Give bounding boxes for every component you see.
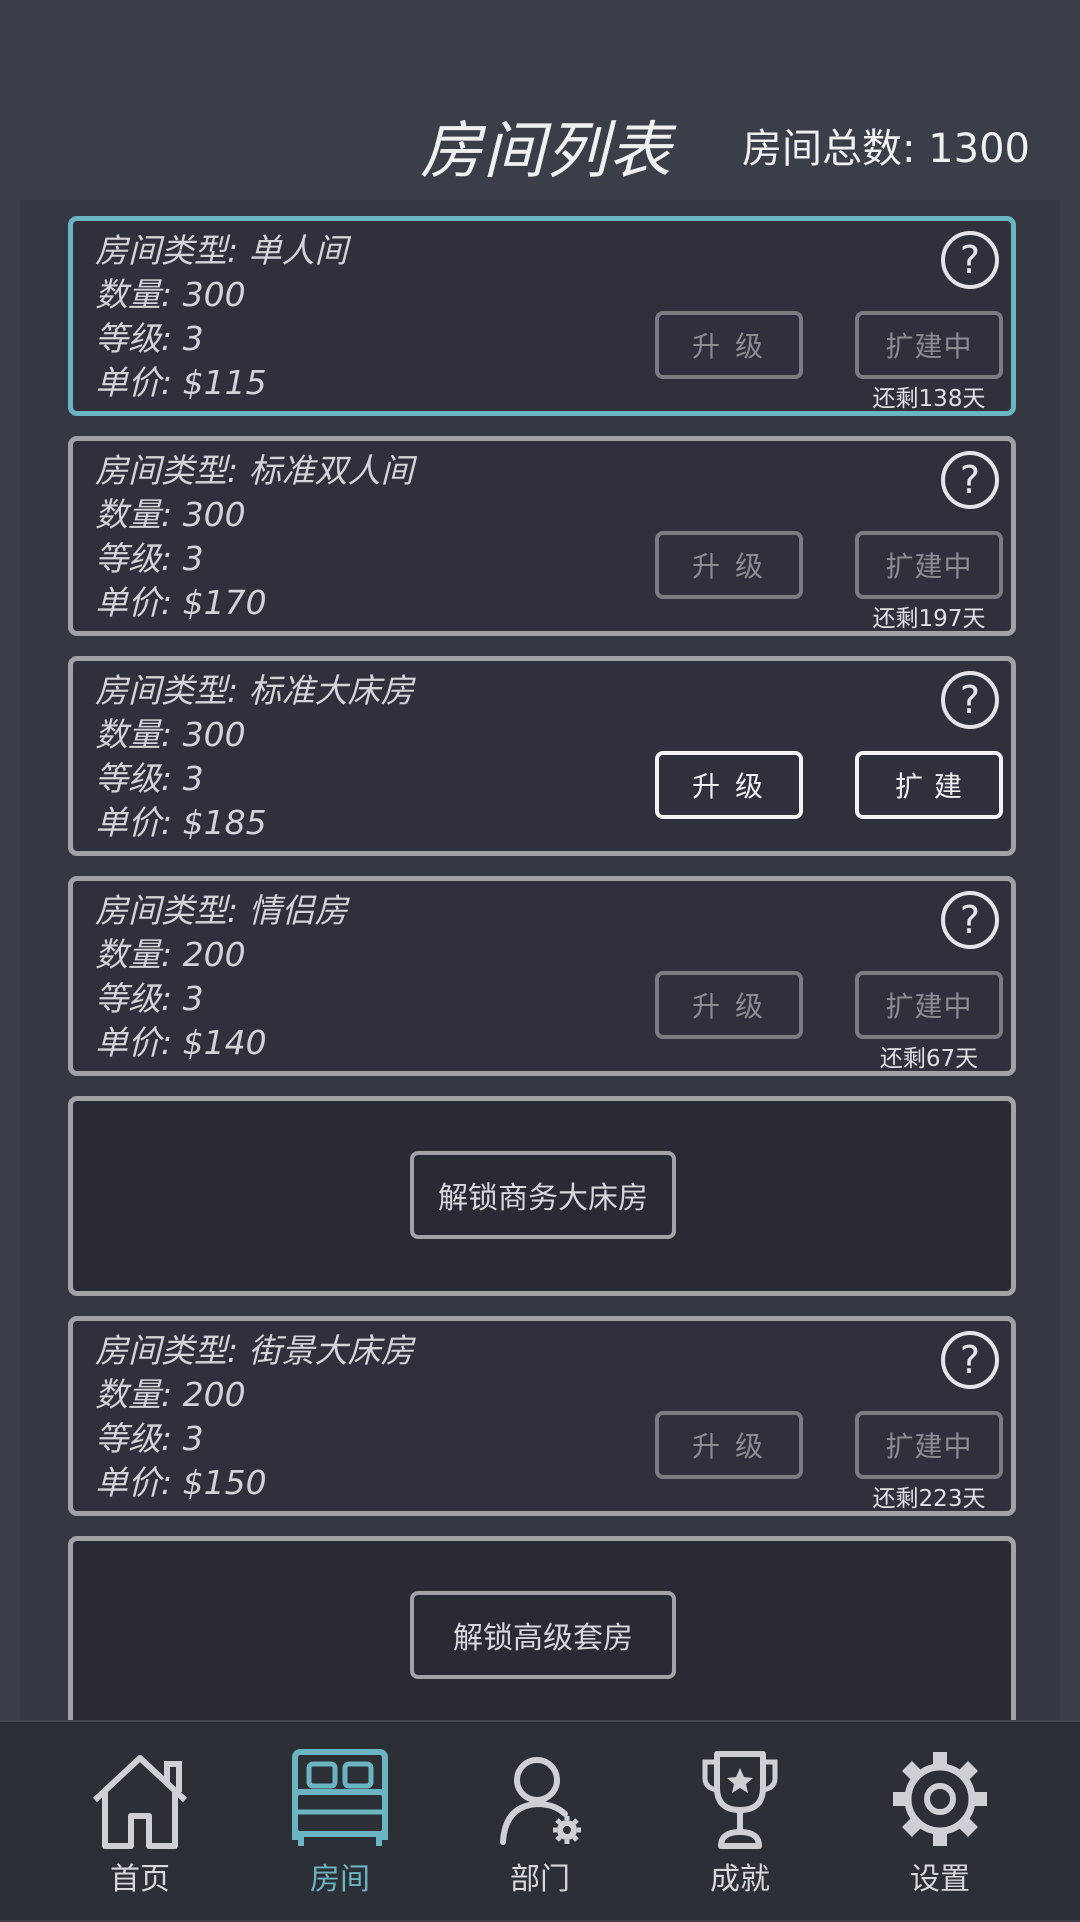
room-count: 数量: 200 (95, 935, 246, 974)
nav-rooms[interactable]: 房间 (260, 1722, 420, 1922)
room-card-locked-deluxe-suite: 解锁高级套房 (68, 1536, 1016, 1720)
room-type: 房间类型: 标准大床房 (95, 671, 414, 710)
bottom-nav: 首页 房间 部门 成就 设置 (0, 1720, 1080, 1920)
expanding-button[interactable]: 扩建中 (855, 1411, 1003, 1479)
room-count: 数量: 300 (95, 715, 246, 754)
room-info: 房间类型: 标准双人间 数量: 300 等级: 3 单价: $170 (95, 449, 414, 625)
upgrade-button[interactable]: 升 级 (655, 531, 803, 599)
room-count: 数量: 300 (95, 275, 246, 314)
unlock-business-king-button[interactable]: 解锁商务大床房 (410, 1151, 676, 1239)
unlock-deluxe-suite-button[interactable]: 解锁高级套房 (410, 1591, 676, 1679)
room-list[interactable]: 房间类型: 单人间 数量: 300 等级: 3 单价: $115 ? 升 级 扩… (20, 200, 1060, 1720)
nav-home[interactable]: 首页 (60, 1722, 220, 1922)
room-level: 等级: 3 (95, 759, 204, 798)
room-price: 单价: $170 (95, 583, 267, 622)
room-info: 房间类型: 单人间 数量: 300 等级: 3 单价: $115 (95, 229, 348, 405)
nav-settings-label: 设置 (910, 1862, 970, 1897)
help-icon[interactable]: ? (941, 231, 999, 289)
home-icon (92, 1755, 188, 1849)
days-remaining: 还剩138天 (872, 386, 986, 412)
room-card-street-view-king[interactable]: 房间类型: 街景大床房 数量: 200 等级: 3 单价: $150 ? 升 级… (68, 1316, 1016, 1516)
nav-achievements-label: 成就 (710, 1862, 770, 1897)
expanding-button[interactable]: 扩建中 (855, 311, 1003, 379)
room-card-standard-twin[interactable]: 房间类型: 标准双人间 数量: 300 等级: 3 单价: $170 ? 升 级… (68, 436, 1016, 636)
room-info: 房间类型: 标准大床房 数量: 300 等级: 3 单价: $185 (95, 669, 414, 845)
help-icon[interactable]: ? (941, 451, 999, 509)
room-level: 等级: 3 (95, 539, 204, 578)
bed-icon (292, 1749, 388, 1846)
upgrade-button[interactable]: 升 级 (655, 971, 803, 1039)
room-level: 等级: 3 (95, 1419, 204, 1458)
room-price: 单价: $140 (95, 1023, 267, 1062)
room-level: 等级: 3 (95, 979, 204, 1018)
upgrade-button[interactable]: 升 级 (655, 311, 803, 379)
nav-achievements[interactable]: 成就 (660, 1722, 820, 1922)
nav-department[interactable]: 部门 (460, 1722, 620, 1922)
nav-department-label: 部门 (510, 1862, 570, 1897)
room-type: 房间类型: 标准双人间 (95, 451, 414, 490)
room-card-couple[interactable]: 房间类型: 情侣房 数量: 200 等级: 3 单价: $140 ? 升 级 扩… (68, 876, 1016, 1076)
room-price: 单价: $185 (95, 803, 267, 842)
header: 房间列表 房间总数: 1300 (0, 0, 1080, 200)
days-remaining: 还剩197天 (872, 606, 986, 632)
expanding-button[interactable]: 扩建中 (855, 531, 1003, 599)
room-price: 单价: $115 (95, 363, 267, 402)
expanding-button[interactable]: 扩建中 (855, 971, 1003, 1039)
page-title: 房间列表 (420, 114, 673, 187)
help-icon[interactable]: ? (941, 1331, 999, 1389)
room-info: 房间类型: 情侣房 数量: 200 等级: 3 单价: $140 (95, 889, 348, 1065)
upgrade-button[interactable]: 升 级 (655, 1411, 803, 1479)
room-card-locked-business-king: 解锁商务大床房 (68, 1096, 1016, 1296)
expand-button[interactable]: 扩 建 (855, 751, 1003, 819)
room-count: 数量: 200 (95, 1375, 246, 1414)
nav-rooms-label: 房间 (310, 1862, 370, 1897)
room-type: 房间类型: 单人间 (95, 231, 348, 270)
gear-icon (893, 1752, 987, 1846)
room-card-single[interactable]: 房间类型: 单人间 数量: 300 等级: 3 单价: $115 ? 升 级 扩… (68, 216, 1016, 416)
room-type: 房间类型: 情侣房 (95, 891, 348, 930)
person-gear-icon (500, 1757, 581, 1845)
trophy-icon (702, 1751, 778, 1849)
room-price: 单价: $150 (95, 1463, 267, 1502)
help-icon[interactable]: ? (941, 671, 999, 729)
room-level: 等级: 3 (95, 319, 204, 358)
days-remaining: 还剩223天 (872, 1486, 986, 1512)
help-icon[interactable]: ? (941, 891, 999, 949)
nav-settings[interactable]: 设置 (860, 1722, 1020, 1922)
room-count: 数量: 300 (95, 495, 246, 534)
upgrade-button[interactable]: 升 级 (655, 751, 803, 819)
room-type: 房间类型: 街景大床房 (95, 1331, 414, 1370)
room-total-count: 房间总数: 1300 (742, 126, 1030, 172)
days-remaining: 还剩67天 (879, 1046, 979, 1072)
room-info: 房间类型: 街景大床房 数量: 200 等级: 3 单价: $150 (95, 1329, 414, 1505)
room-card-standard-king[interactable]: 房间类型: 标准大床房 数量: 300 等级: 3 单价: $185 ? 升 级… (68, 656, 1016, 856)
nav-home-label: 首页 (110, 1862, 170, 1897)
